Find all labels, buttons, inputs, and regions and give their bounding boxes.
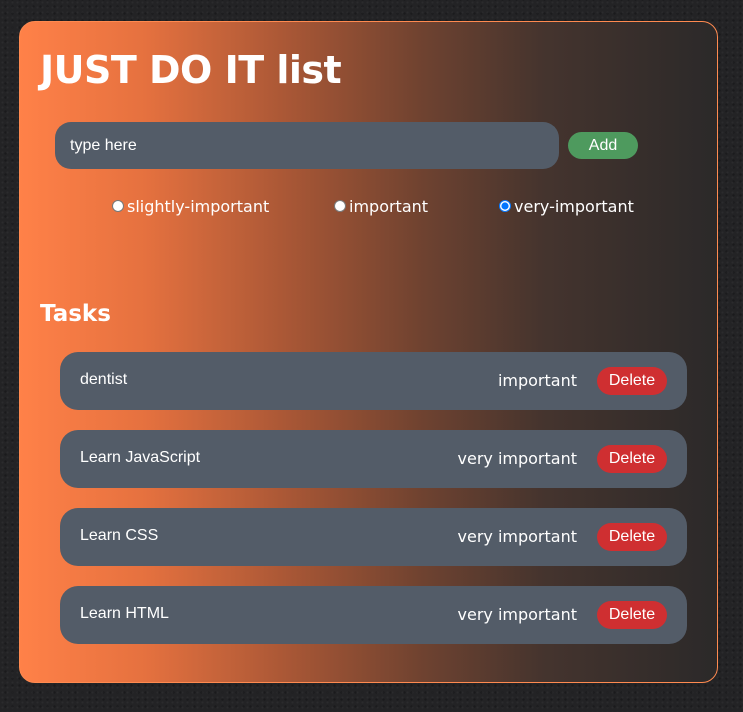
todo-app-card: JUST DO IT list Add slightly-important i… xyxy=(19,21,718,683)
task-list: dentist important Delete Learn JavaScrip… xyxy=(60,352,687,664)
task-row: Learn JavaScript very important Delete xyxy=(60,430,687,488)
task-priority: very important xyxy=(457,605,578,624)
task-row: dentist important Delete xyxy=(60,352,687,410)
delete-button[interactable]: Delete xyxy=(597,445,667,473)
priority-radio-slightly-important[interactable] xyxy=(112,200,124,212)
priority-label: important xyxy=(349,196,429,216)
priority-label: very-important xyxy=(514,196,634,216)
task-name: Learn CSS xyxy=(80,527,159,544)
app-title: JUST DO IT list xyxy=(40,48,342,92)
add-button[interactable]: Add xyxy=(568,132,638,159)
priority-option-very-important[interactable]: very-important xyxy=(499,196,634,216)
priority-radio-very-important[interactable] xyxy=(499,200,511,212)
task-input[interactable] xyxy=(55,122,559,169)
tasks-heading: Tasks xyxy=(40,301,111,327)
task-name: Learn JavaScript xyxy=(80,449,201,466)
task-row: Learn HTML very important Delete xyxy=(60,586,687,644)
priority-option-slightly-important[interactable]: slightly-important xyxy=(112,196,269,216)
priority-label: slightly-important xyxy=(127,196,270,216)
task-row: Learn CSS very important Delete xyxy=(60,508,687,566)
priority-radio-important[interactable] xyxy=(334,200,346,212)
task-priority: very important xyxy=(457,449,578,468)
delete-button[interactable]: Delete xyxy=(597,523,667,551)
delete-button[interactable]: Delete xyxy=(597,601,667,629)
task-priority: important xyxy=(497,371,577,390)
priority-option-important[interactable]: important xyxy=(334,196,428,216)
delete-button[interactable]: Delete xyxy=(597,367,667,395)
task-name: dentist xyxy=(80,371,128,388)
task-name: Learn HTML xyxy=(80,605,169,622)
task-priority: very important xyxy=(457,527,578,546)
